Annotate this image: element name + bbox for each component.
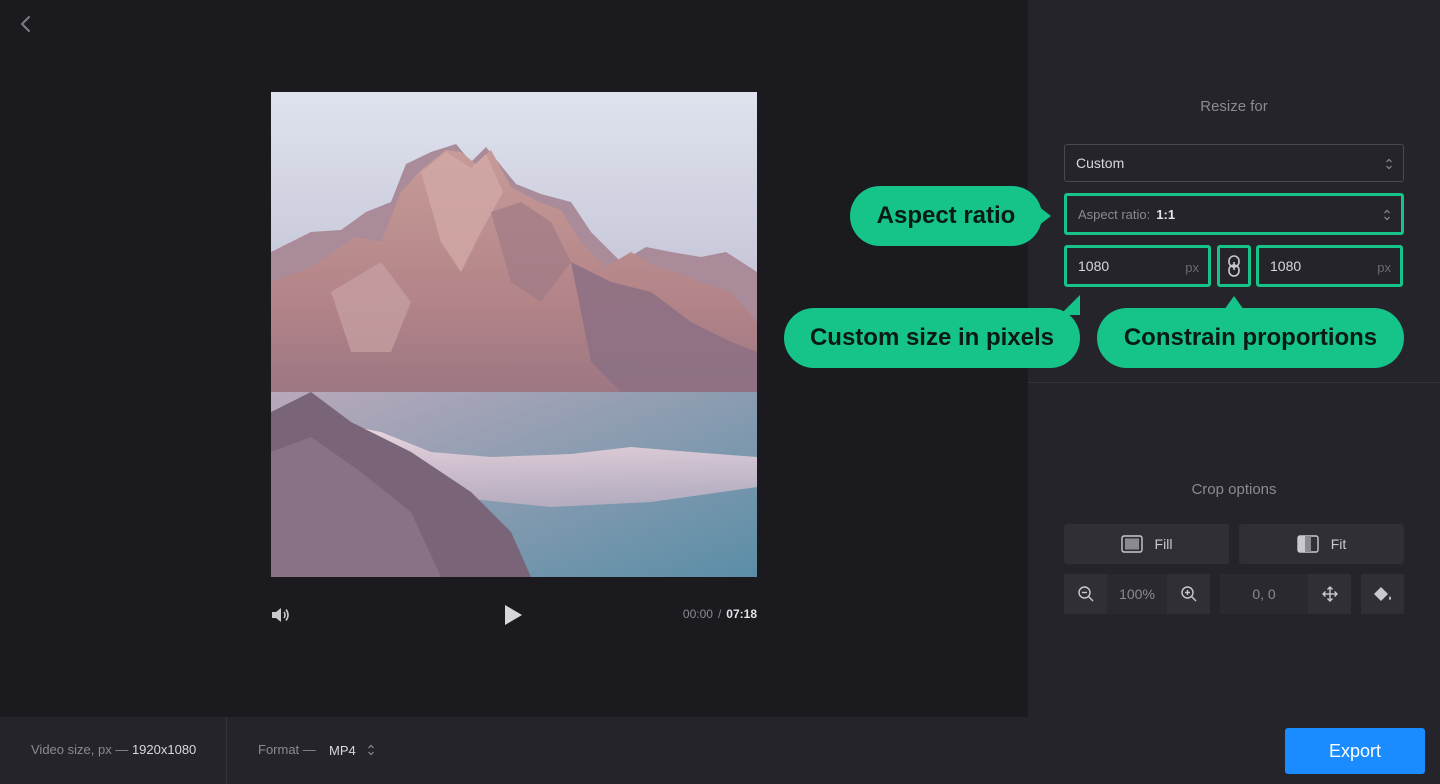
height-value: 1080 (1270, 258, 1302, 274)
resize-title: Resize for (1200, 98, 1268, 115)
constrain-callout: Constrain proportions (1097, 296, 1404, 368)
background-color-button[interactable] (1361, 574, 1404, 614)
fit-icon (1297, 535, 1319, 553)
time-separator: / (717, 607, 722, 621)
back-button[interactable] (14, 12, 36, 38)
height-unit: px (1377, 260, 1391, 275)
footer-bar: Video size, px — 1920x1080 Format — MP4 … (0, 717, 1440, 784)
back-arrow-icon (21, 16, 30, 32)
aspect-ratio-callout: Aspect ratio (850, 186, 1051, 246)
video-preview (271, 92, 757, 577)
paint-bucket-icon (1373, 587, 1391, 601)
panel-divider (1028, 382, 1440, 383)
footer-divider (226, 717, 227, 784)
aspect-ratio-select[interactable]: Aspect ratio: 1:1 (1064, 193, 1404, 235)
crop-title: Crop options (1191, 481, 1277, 498)
format-label: Format — (258, 742, 316, 757)
aspect-ratio-callout-text: Aspect ratio (876, 202, 1016, 229)
callout-tail (1060, 295, 1080, 315)
zoom-out-button[interactable] (1064, 574, 1107, 614)
height-input[interactable]: 1080 px (1256, 245, 1403, 287)
custom-size-callout: Custom size in pixels (784, 295, 1080, 368)
width-input[interactable]: 1080 px (1064, 245, 1211, 287)
fill-label: Fill (1154, 536, 1173, 552)
fill-icon (1120, 535, 1143, 553)
resize-preset-select[interactable]: Custom (1064, 144, 1404, 182)
move-button[interactable] (1308, 574, 1351, 614)
constrain-callout-text: Constrain proportions (1123, 324, 1378, 351)
time-display: 00:00 / 07:18 (640, 607, 757, 621)
zoom-in-button[interactable] (1167, 574, 1210, 614)
width-value: 1080 (1078, 258, 1110, 274)
callout-tail (1038, 206, 1051, 226)
zoom-out-icon (1077, 586, 1093, 602)
video-size-value: 1920x1080 (131, 742, 197, 757)
mountain-image (271, 92, 757, 577)
zoom-value[interactable]: 100% (1107, 574, 1167, 614)
constrain-proportions-button[interactable] (1217, 245, 1251, 287)
volume-button[interactable] (269, 603, 293, 627)
video-size: Video size, px — 1920x1080 (31, 742, 196, 757)
zoom-in-icon (1180, 586, 1196, 602)
aspect-ratio-label: Aspect ratio: (1078, 206, 1151, 222)
callout-tail (1224, 296, 1244, 310)
width-unit: px (1185, 260, 1199, 275)
aspect-ratio-value: 1:1 (1156, 206, 1176, 222)
video-size-label: Video size, px — (31, 742, 129, 757)
volume-icon (272, 608, 289, 622)
link-icon (1228, 255, 1240, 277)
select-arrows-icon (1384, 209, 1390, 221)
duration: 07:18 (726, 607, 757, 621)
format-select[interactable]: MP4 (320, 736, 390, 764)
export-button[interactable]: Export (1285, 728, 1425, 774)
format-value: MP4 (329, 742, 356, 758)
play-icon (505, 605, 522, 625)
select-arrows-icon (1386, 158, 1392, 170)
fit-label: Fit (1330, 536, 1347, 552)
fit-button[interactable]: Fit (1239, 524, 1404, 564)
resize-preset-value: Custom (1076, 155, 1125, 171)
select-arrows-icon (368, 744, 374, 756)
current-time: 00:00 (682, 607, 713, 621)
fill-button[interactable]: Fill (1064, 524, 1229, 564)
custom-size-callout-text: Custom size in pixels (809, 324, 1055, 351)
move-icon (1321, 586, 1338, 602)
play-button[interactable] (500, 602, 526, 628)
position-value[interactable]: 0, 0 (1220, 574, 1308, 614)
